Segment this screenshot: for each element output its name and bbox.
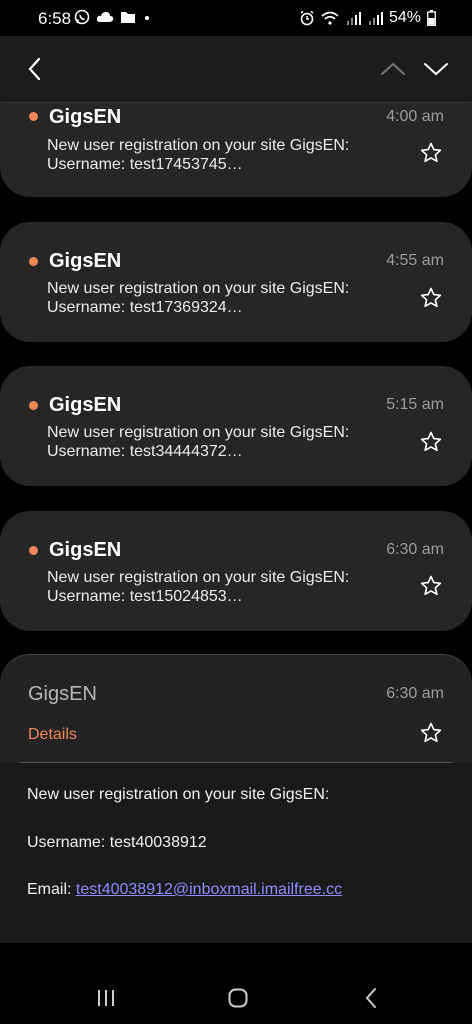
open-message-header: GigsEN 6:30 am Details xyxy=(0,654,472,766)
message-preview: New user registration on your site GigsE… xyxy=(47,568,377,606)
back-arrow-icon xyxy=(28,57,41,81)
home-icon xyxy=(228,988,248,1008)
next-message-button[interactable] xyxy=(421,54,451,84)
message-time: 4:00 am xyxy=(386,108,444,125)
message-card[interactable]: GigsEN 4:55 am New user registration on … xyxy=(0,222,472,342)
message-time: 5:15 am xyxy=(386,396,444,413)
cloud-icon xyxy=(96,12,114,22)
sender-name: GigsEN xyxy=(28,683,97,705)
whatsapp-icon xyxy=(74,9,90,25)
sender-name: GigsEN xyxy=(49,539,122,561)
unread-dot xyxy=(29,546,38,555)
signal-icon xyxy=(346,12,361,25)
chevron-down-icon xyxy=(424,63,448,76)
username-line: Username: test40038912 xyxy=(27,834,207,851)
star-icon[interactable] xyxy=(419,141,443,165)
status-bar: 6:58 54% xyxy=(0,0,472,36)
home-button[interactable] xyxy=(223,986,253,1010)
back-icon xyxy=(365,988,376,1008)
preview-line: New user registration on your site GigsE… xyxy=(47,569,350,586)
battery-percent: 54% xyxy=(388,9,421,26)
message-preview: New user registration on your site GigsE… xyxy=(47,136,377,174)
previous-message-button[interactable] xyxy=(378,54,408,84)
message-body: New user registration on your site GigsE… xyxy=(0,763,472,943)
sender-name: GigsEN xyxy=(49,106,122,128)
status-time: 6:58 xyxy=(38,9,72,28)
details-link[interactable]: Details xyxy=(28,726,77,744)
sender-name: GigsEN xyxy=(49,250,122,272)
folder-icon xyxy=(121,12,135,23)
message-card[interactable]: GigsEN 5:15 am New user registration on … xyxy=(0,366,472,486)
system-back-button[interactable] xyxy=(356,986,386,1010)
back-button[interactable] xyxy=(20,54,50,84)
preview-line: Username: test17369324… xyxy=(47,299,243,316)
message-preview: New user registration on your site GigsE… xyxy=(47,423,377,461)
star-icon[interactable] xyxy=(419,721,443,745)
body-text: New user registration on your site GigsE… xyxy=(27,786,330,803)
message-preview: New user registration on your site GigsE… xyxy=(47,279,377,317)
preview-line: New user registration on your site GigsE… xyxy=(47,137,350,154)
star-icon[interactable] xyxy=(419,574,443,598)
status-left-icons xyxy=(74,9,152,25)
preview-line: New user registration on your site GigsE… xyxy=(47,280,350,297)
top-toolbar xyxy=(0,36,472,103)
signal-icon xyxy=(368,12,383,25)
preview-line: New user registration on your site GigsE… xyxy=(47,424,350,441)
email-line: Email: test40038912@inboxmail.imailfree.… xyxy=(27,881,342,899)
chevron-up-icon xyxy=(381,62,405,75)
system-nav-bar xyxy=(0,972,472,1024)
preview-line: Username: test15024853… xyxy=(47,588,243,605)
email-label: Email: xyxy=(27,881,76,898)
alarm-icon xyxy=(300,10,314,26)
unread-dot xyxy=(29,257,38,266)
status-right-icons: 54% xyxy=(299,9,436,27)
email-link[interactable]: test40038912@inboxmail.imailfree.cc xyxy=(76,881,342,898)
message-card[interactable]: GigsEN 6:30 am New user registration on … xyxy=(0,511,472,631)
unread-dot xyxy=(29,112,38,121)
message-time: 6:30 am xyxy=(386,541,444,558)
recents-icon xyxy=(98,990,114,1006)
preview-line: Username: test17453745… xyxy=(47,156,243,173)
recents-button[interactable] xyxy=(91,986,121,1010)
dot-icon xyxy=(145,16,149,20)
message-time: 4:55 am xyxy=(386,252,444,269)
star-icon[interactable] xyxy=(419,430,443,454)
battery-icon xyxy=(427,10,436,26)
star-icon[interactable] xyxy=(419,286,443,310)
wifi-icon xyxy=(321,11,339,25)
sender-name: GigsEN xyxy=(49,394,122,416)
preview-line: Username: test34444372… xyxy=(47,443,243,460)
unread-dot xyxy=(29,401,38,410)
message-time: 6:30 am xyxy=(386,685,444,702)
